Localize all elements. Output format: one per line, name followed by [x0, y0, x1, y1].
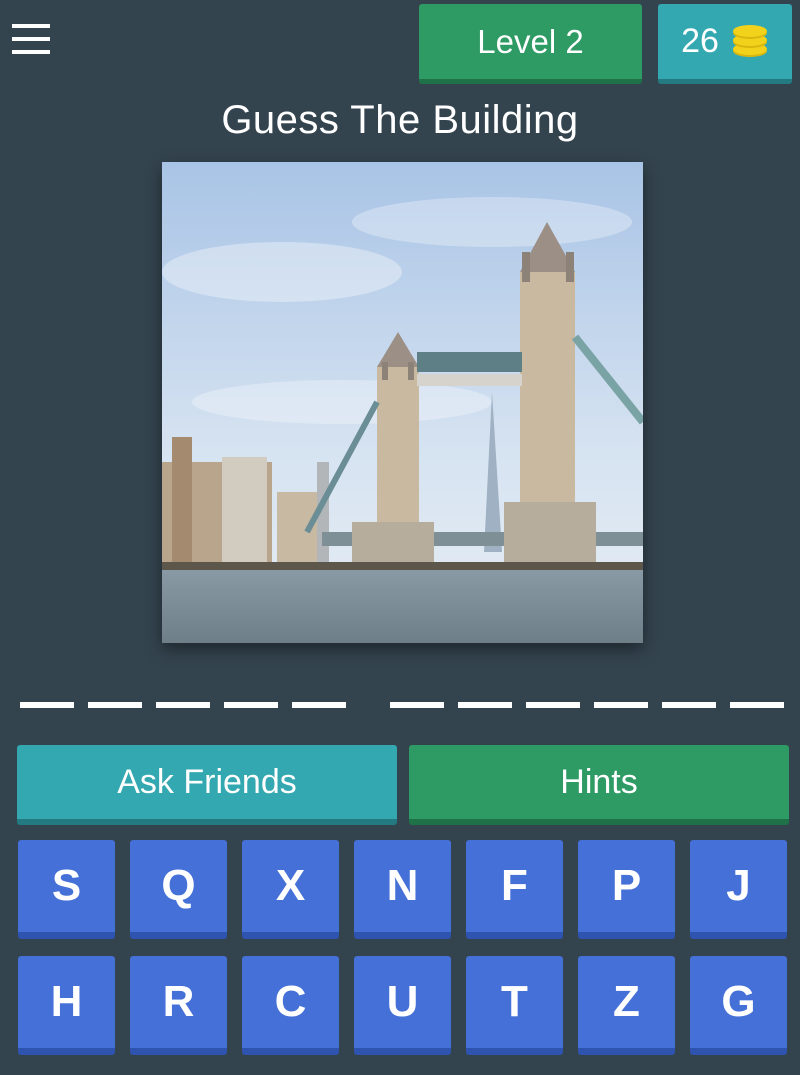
letter-slot[interactable]: [662, 702, 716, 708]
letter-key[interactable]: C: [242, 956, 339, 1055]
letter-slot[interactable]: [526, 702, 580, 708]
level-label: Level 2: [477, 22, 584, 60]
letter-slot[interactable]: [224, 702, 278, 708]
letter-key[interactable]: Q: [130, 840, 227, 939]
letter-key[interactable]: N: [354, 840, 451, 939]
letter-slot[interactable]: [292, 702, 346, 708]
ask-friends-label: Ask Friends: [117, 762, 297, 801]
answer-slots: [0, 702, 800, 710]
letter-key[interactable]: S: [18, 840, 115, 939]
letter-slot[interactable]: [390, 702, 444, 708]
hints-label: Hints: [560, 762, 638, 801]
letter-key[interactable]: Z: [578, 956, 675, 1055]
letter-key[interactable]: H: [18, 956, 115, 1055]
letter-slot[interactable]: [458, 702, 512, 708]
menu-icon[interactable]: [12, 24, 52, 60]
letter-slot[interactable]: [730, 702, 784, 708]
coins-count: 26: [681, 22, 719, 60]
letter-key[interactable]: P: [578, 840, 675, 939]
letter-key[interactable]: X: [242, 840, 339, 939]
level-button[interactable]: Level 2: [419, 4, 642, 84]
letter-slot[interactable]: [594, 702, 648, 708]
letter-key[interactable]: R: [130, 956, 227, 1055]
letter-key[interactable]: T: [466, 956, 563, 1055]
puzzle-image: [162, 162, 643, 643]
letter-slot[interactable]: [88, 702, 142, 708]
letter-key[interactable]: F: [466, 840, 563, 939]
letter-key[interactable]: J: [690, 840, 787, 939]
hints-button[interactable]: Hints: [409, 745, 789, 825]
coins-icon: [731, 24, 769, 59]
letter-slot[interactable]: [156, 702, 210, 708]
ask-friends-button[interactable]: Ask Friends: [17, 745, 397, 825]
letter-slot[interactable]: [20, 702, 74, 708]
page-title: Guess The Building: [221, 98, 579, 142]
letter-key[interactable]: G: [690, 956, 787, 1055]
coins-button[interactable]: 26: [658, 4, 792, 84]
letter-key[interactable]: U: [354, 956, 451, 1055]
